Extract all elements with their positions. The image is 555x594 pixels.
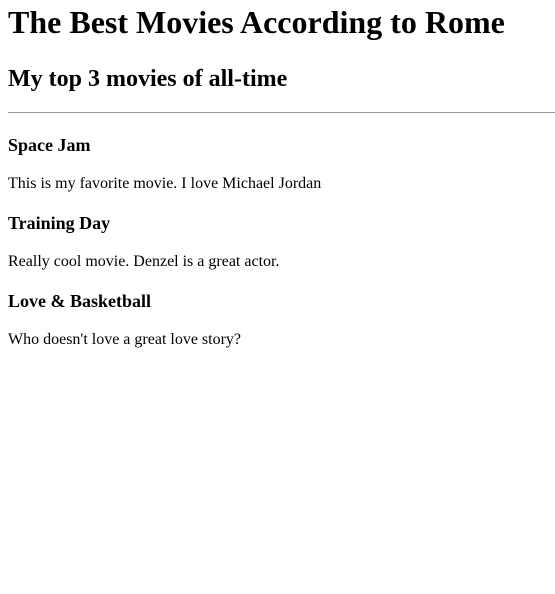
movie-title: Space Jam <box>8 135 91 155</box>
page-title: The Best Movies According to Rome <box>8 4 505 40</box>
movie-item: Love & Basketball Who doesn't love a gre… <box>8 291 547 349</box>
page-subtitle: My top 3 movies of all-time <box>8 66 288 92</box>
section-divider <box>8 112 555 113</box>
movie-title: Love & Basketball <box>8 291 152 311</box>
movie-list: Space Jam This is my favorite movie. I l… <box>8 135 547 349</box>
movie-item: Space Jam This is my favorite movie. I l… <box>8 135 547 193</box>
movie-description: This is my favorite movie. I love Michae… <box>8 175 322 192</box>
movie-description: Really cool movie. Denzel is a great act… <box>8 253 280 270</box>
movie-title: Training Day <box>8 213 111 233</box>
movie-description: Who doesn't love a great love story? <box>8 331 242 348</box>
movie-item: Training Day Really cool movie. Denzel i… <box>8 213 547 271</box>
